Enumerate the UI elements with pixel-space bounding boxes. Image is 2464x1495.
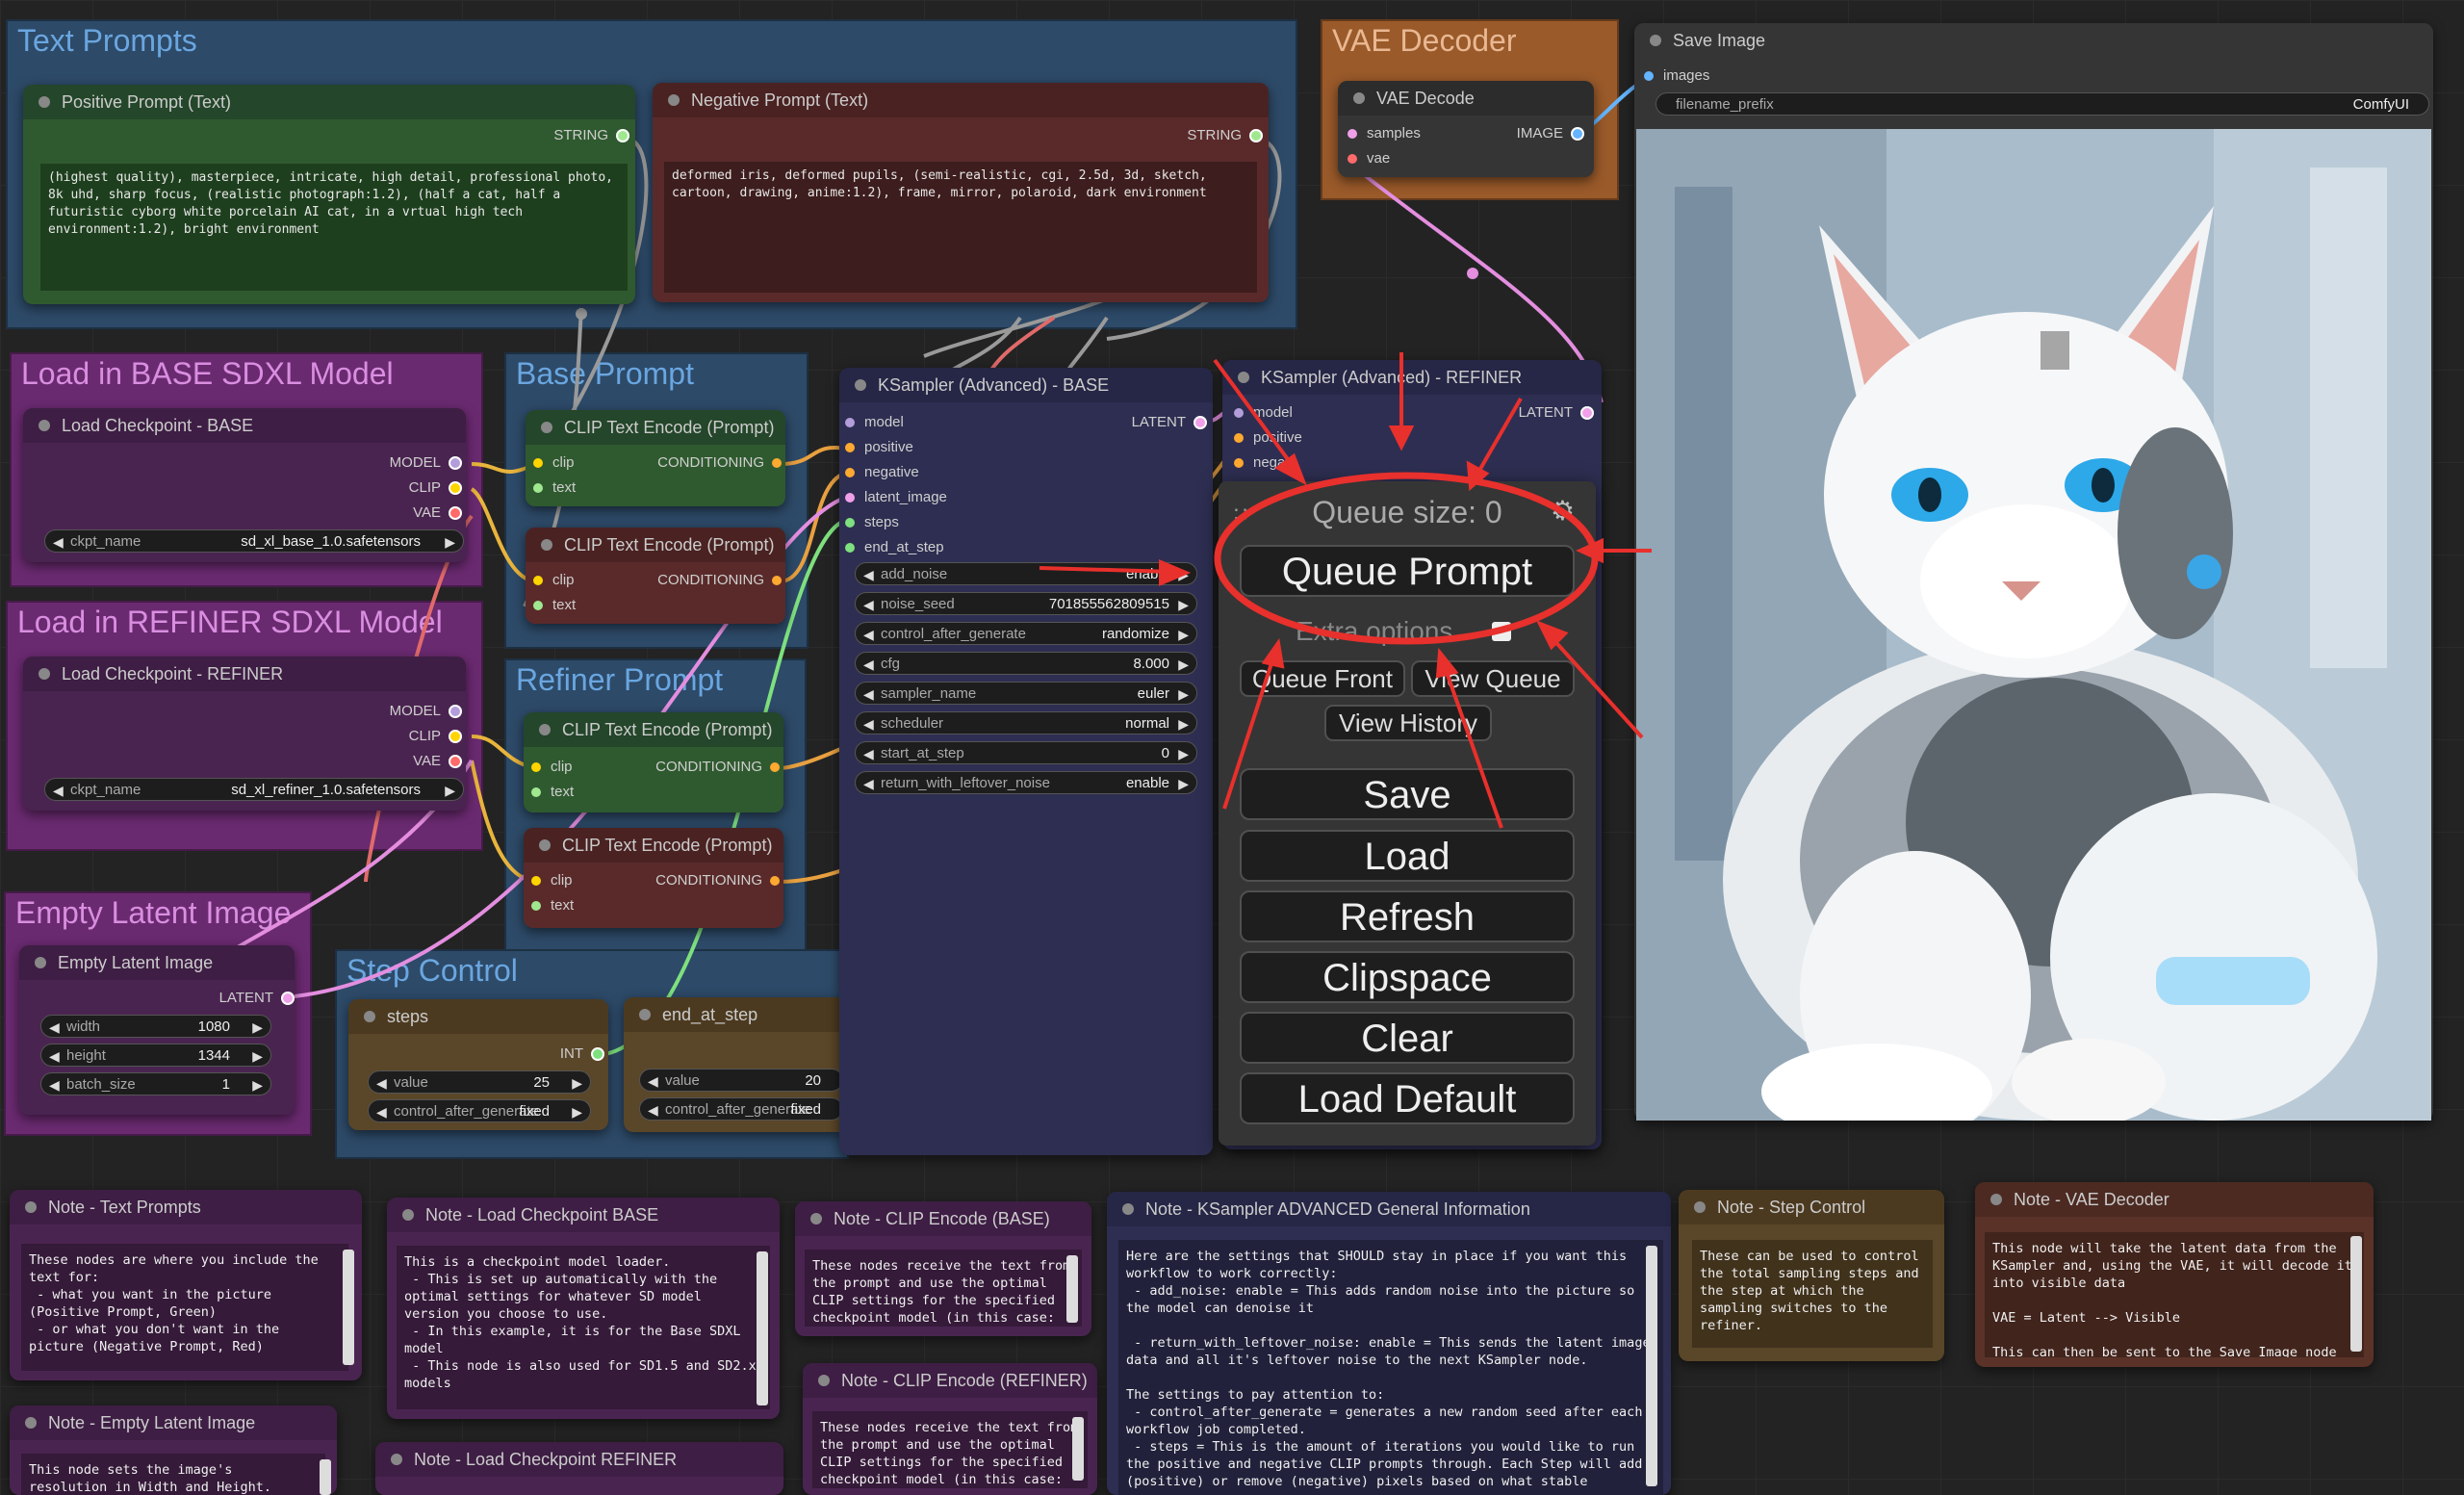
collapse-dot-icon[interactable] — [402, 1209, 414, 1221]
collapse-dot-icon[interactable] — [810, 1213, 822, 1224]
note-textarea[interactable]: These nodes are where you include the te… — [21, 1244, 348, 1371]
note-textarea[interactable]: These nodes receive the text from the pr… — [812, 1411, 1088, 1488]
note-ckpt-base[interactable]: Note - Load Checkpoint BASE This is a ch… — [387, 1198, 780, 1419]
title-text: Note - Load Checkpoint REFINER — [414, 1450, 678, 1469]
collapse-dot-icon[interactable] — [1694, 1201, 1706, 1213]
collapse-dot-icon[interactable] — [25, 1201, 37, 1213]
collapse-dot-icon[interactable] — [1122, 1203, 1134, 1215]
node-title[interactable]: Note - Load Checkpoint BASE — [387, 1198, 780, 1232]
collapse-dot-icon[interactable] — [818, 1375, 830, 1386]
collapse-dot-icon[interactable] — [391, 1454, 402, 1465]
note-text-prompts[interactable]: Note - Text Prompts These nodes are wher… — [10, 1190, 362, 1380]
node-title[interactable]: Note - KSampler ADVANCED General Informa… — [1107, 1192, 1671, 1226]
title-text: Note - Empty Latent Image — [48, 1413, 256, 1432]
title-text: Note - KSampler ADVANCED General Informa… — [1145, 1199, 1530, 1219]
title-text: Note - Load Checkpoint BASE — [425, 1205, 659, 1224]
title-text: Note - VAE Decoder — [2014, 1190, 2169, 1209]
scrollbar[interactable] — [1072, 1417, 1084, 1481]
title-text: Note - CLIP Encode (BASE) — [834, 1209, 1050, 1228]
node-title[interactable]: Note - Empty Latent Image — [10, 1405, 337, 1440]
scrollbar[interactable] — [757, 1251, 768, 1405]
note-vae[interactable]: Note - VAE Decoder This node will take t… — [1975, 1182, 2374, 1367]
note-textarea[interactable]: This is a checkpoint model loader. - Thi… — [397, 1246, 770, 1409]
title-text: Note - Step Control — [1717, 1198, 1866, 1217]
collapse-dot-icon[interactable] — [1990, 1194, 2002, 1205]
note-ckpt-refiner[interactable]: Note - Load Checkpoint REFINER — [375, 1442, 783, 1495]
scrollbar[interactable] — [2350, 1236, 2362, 1352]
note-textarea[interactable]: These can be used to control the total s… — [1692, 1240, 1933, 1348]
node-title[interactable]: Note - VAE Decoder — [1975, 1182, 2374, 1217]
note-textarea[interactable]: This node sets the image's resolution in… — [21, 1454, 325, 1495]
title-text: Note - Text Prompts — [48, 1198, 201, 1217]
title-text: Note - CLIP Encode (REFINER) — [841, 1371, 1088, 1390]
node-title[interactable]: Note - Text Prompts — [10, 1190, 362, 1224]
note-clip-refiner[interactable]: Note - CLIP Encode (REFINER) These nodes… — [803, 1363, 1097, 1495]
scrollbar[interactable] — [1066, 1255, 1078, 1323]
scrollbar[interactable] — [343, 1250, 354, 1365]
note-ksampler[interactable]: Note - KSampler ADVANCED General Informa… — [1107, 1192, 1671, 1495]
scrollbar[interactable] — [1646, 1246, 1657, 1486]
scrollbar[interactable] — [320, 1459, 331, 1495]
note-textarea[interactable]: This node will take the latent data from… — [1985, 1232, 2364, 1357]
note-step-control[interactable]: Note - Step Control These can be used to… — [1679, 1190, 1944, 1361]
node-title[interactable]: Note - CLIP Encode (BASE) — [795, 1201, 1091, 1236]
collapse-dot-icon[interactable] — [25, 1417, 37, 1429]
note-textarea[interactable]: These nodes receive the text from the pr… — [805, 1250, 1082, 1327]
node-title[interactable]: Note - Step Control — [1679, 1190, 1944, 1224]
node-title[interactable]: Note - Load Checkpoint REFINER — [375, 1442, 783, 1477]
note-empty-latent[interactable]: Note - Empty Latent Image This node sets… — [10, 1405, 337, 1495]
node-title[interactable]: Note - CLIP Encode (REFINER) — [803, 1363, 1097, 1398]
note-clip-base[interactable]: Note - CLIP Encode (BASE) These nodes re… — [795, 1201, 1091, 1336]
note-textarea[interactable]: Here are the settings that SHOULD stay i… — [1118, 1240, 1663, 1495]
